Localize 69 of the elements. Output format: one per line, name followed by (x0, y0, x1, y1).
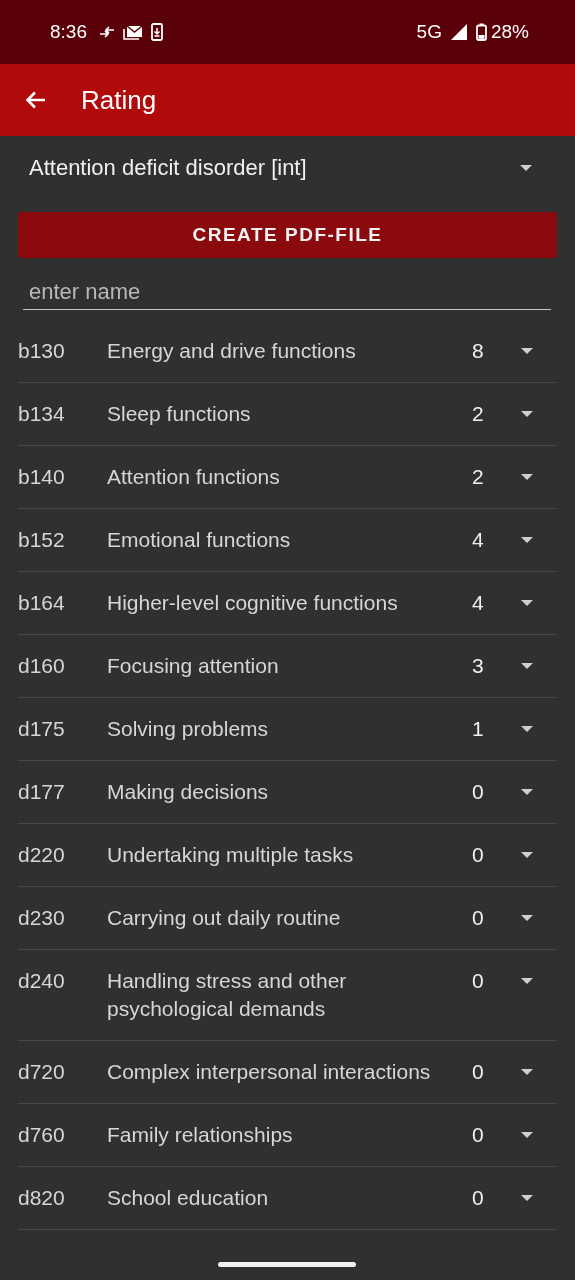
item-name: Solving problems (107, 716, 270, 742)
signal-icon (449, 23, 468, 41)
rating-dropdown[interactable]: 2 (472, 400, 557, 428)
rating-dropdown[interactable]: 0 (472, 967, 557, 995)
battery-icon (475, 23, 487, 41)
item-code: d220 (18, 842, 66, 868)
rating-dropdown[interactable]: 0 (472, 778, 557, 806)
phone-download-icon (151, 23, 163, 41)
dropdown-caret-icon (520, 914, 534, 922)
network-type: 5G (416, 21, 442, 43)
item-code: d820 (18, 1185, 66, 1211)
item-name: Undertaking multiple tasks (107, 842, 355, 868)
rating-dropdown[interactable]: 2 (472, 463, 557, 491)
dropdown-caret-icon (520, 851, 534, 859)
item-name: Sleep functions (107, 401, 252, 427)
item-code: b130 (18, 338, 66, 364)
rating-dropdown[interactable]: 3 (472, 652, 557, 680)
rating-dropdown[interactable]: 4 (472, 589, 557, 617)
item-name: Energy and drive functions (107, 338, 357, 364)
screen-title: Rating (81, 84, 157, 116)
data-transfer-icon (99, 26, 115, 38)
item-code: b164 (18, 590, 66, 616)
item-name: Family relationships (107, 1122, 294, 1148)
item-code: d177 (18, 779, 66, 805)
rating-dropdown[interactable]: 8 (472, 337, 557, 365)
item-name: Emotional functions (107, 527, 292, 553)
status-time: 8:36 (50, 21, 87, 43)
mail-icon (123, 24, 143, 40)
item-code: d720 (18, 1059, 66, 1085)
dropdown-caret-icon (520, 347, 534, 355)
item-name: Complex interpersonal interactions (107, 1059, 432, 1085)
create-pdf-button[interactable]: CREATE PDF-FILE (18, 212, 557, 258)
name-input-field[interactable]: enter name (23, 276, 551, 310)
item-code: b152 (18, 527, 66, 553)
dropdown-caret-icon (520, 788, 534, 796)
dropdown-caret-icon (520, 536, 534, 544)
dropdown-caret-icon (520, 1131, 534, 1139)
item-code: d760 (18, 1122, 66, 1148)
item-name: School education (107, 1185, 270, 1211)
rating-dropdown[interactable]: 0 (472, 841, 557, 869)
dropdown-caret-icon (520, 662, 534, 670)
dropdown-caret-icon (520, 410, 534, 418)
disorder-dropdown[interactable]: Attention deficit disorder [int] (18, 140, 557, 196)
dropdown-caret-icon (520, 1194, 534, 1202)
dropdown-caret-icon (520, 977, 534, 985)
battery-level: 28% (490, 21, 529, 43)
dropdown-caret-icon (520, 1068, 534, 1076)
rating-dropdown[interactable]: 0 (472, 904, 557, 932)
item-name: Carrying out daily routine (107, 905, 342, 931)
dropdown-caret-icon (520, 599, 534, 607)
rating-dropdown[interactable]: 4 (472, 526, 557, 554)
rating-dropdown[interactable]: 0 (472, 1184, 557, 1212)
item-name: Focusing attention (107, 653, 280, 679)
rating-dropdown[interactable]: 0 (472, 1058, 557, 1086)
item-code: b134 (18, 401, 66, 427)
dropdown-caret-icon (519, 164, 533, 172)
item-code: d175 (18, 716, 66, 742)
rating-dropdown[interactable]: 0 (472, 1121, 557, 1149)
rating-dropdown[interactable]: 1 (472, 715, 557, 743)
item-name: Higher-level cognitive functions (107, 590, 399, 616)
dropdown-caret-icon (520, 725, 534, 733)
item-code: d160 (18, 653, 66, 679)
item-code: d230 (18, 905, 66, 931)
item-name: Making decisions (107, 779, 270, 805)
item-name: Handling stress and other psychological demands (107, 968, 348, 1022)
dropdown-caret-icon (520, 473, 534, 481)
item-name: Attention functions (107, 464, 281, 490)
item-code: b140 (18, 464, 66, 490)
item-code: d240 (18, 968, 66, 994)
